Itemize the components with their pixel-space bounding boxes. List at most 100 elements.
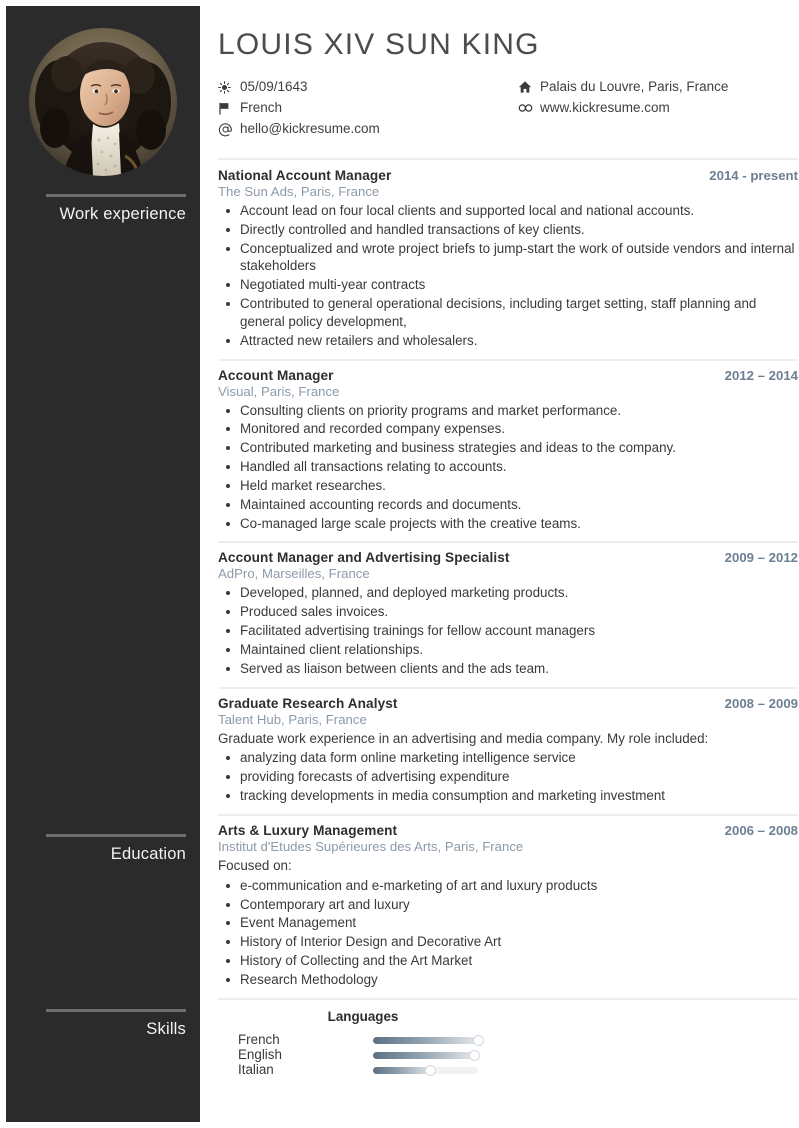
entry-bullet-list: Account lead on four local clients and s… xyxy=(218,202,798,350)
entry-subtitle: AdPro, Marseilles, France xyxy=(218,566,370,582)
entry-bullet: Co-managed large scale projects with the… xyxy=(218,515,798,533)
entry-bullet: Consulting clients on priority programs … xyxy=(218,402,798,420)
entry-date: 2006 – 2008 xyxy=(724,822,798,838)
sidebar-section-education: Education xyxy=(20,834,186,863)
at-icon xyxy=(218,122,240,137)
experience-entry: Account Manager and Advertising Speciali… xyxy=(218,541,798,677)
education-entry: Arts & Luxury Management 2006 – 2008 Insti… xyxy=(218,813,798,989)
entry-header: National Account Manager 2014 - present xyxy=(218,168,798,183)
entry-bullet: Held market researches. xyxy=(218,477,798,495)
language-level-fill xyxy=(373,1066,431,1074)
entry-date: 2012 – 2014 xyxy=(724,367,798,383)
entry-bullet-list: analyzing data form online marketing int… xyxy=(218,749,798,804)
language-level-fill xyxy=(373,1051,475,1059)
contact-details: 05/09/1643 French hello@kickresume.com P… xyxy=(218,77,798,140)
portrait-image xyxy=(29,28,177,176)
entry-bullet-list: Consulting clients on priority programs … xyxy=(218,402,798,533)
experience-entry: Graduate Research Analyst 2008 – 2009 Tale… xyxy=(218,686,798,805)
entry-bullet: Served as liaison between clients and th… xyxy=(218,660,798,678)
email-value: hello@kickresume.com xyxy=(240,120,380,136)
language-level-fill xyxy=(373,1036,478,1044)
entry-header: Account Manager and Advertising Speciali… xyxy=(218,550,798,565)
language-level-knob[interactable] xyxy=(469,1049,481,1061)
language-level-knob[interactable] xyxy=(472,1034,484,1046)
entry-subtitle: Visual, Paris, France xyxy=(218,383,340,399)
entry-bullet: tracking developments in media consumpti… xyxy=(218,787,798,805)
contact-birthdate: 05/09/1643 xyxy=(218,77,518,97)
entry-bullet: Event Management xyxy=(218,914,798,932)
sidebar: Work experience Education Skills xyxy=(6,6,200,1122)
entry-bullet-list: Developed, planned, and deployed marketi… xyxy=(218,584,798,677)
sidebar-section-skills: Skills xyxy=(20,1009,186,1038)
language-label: French xyxy=(238,1031,280,1047)
experience-entry: National Account Manager 2014 - present Th… xyxy=(218,158,798,350)
contact-column-left: 05/09/1643 French hello@kickresume.com xyxy=(218,77,518,140)
entry-bullet: Conceptualized and wrote project briefs … xyxy=(218,240,798,276)
entry-bullet: Developed, planned, and deployed marketi… xyxy=(218,584,798,602)
sidebar-label-skills: Skills xyxy=(146,1020,186,1038)
entry-list: National Account Manager 2014 - present Th… xyxy=(218,158,798,989)
language-label: English xyxy=(238,1046,282,1062)
language-row: French xyxy=(238,1031,798,1048)
entry-bullet: e-communication and e-marketing of art a… xyxy=(218,877,798,895)
contact-website[interactable]: www.kickresume.com xyxy=(518,98,798,118)
entry-bullet: Handled all transactions relating to acc… xyxy=(218,458,798,476)
entry-bullet: Directly controlled and handled transact… xyxy=(218,221,798,239)
contact-email[interactable]: hello@kickresume.com xyxy=(218,119,518,139)
avatar xyxy=(29,28,177,176)
entry-bullet-list: e-communication and e-marketing of art a… xyxy=(218,877,798,989)
entry-title: Account Manager and Advertising Speciali… xyxy=(218,550,510,566)
sidebar-divider xyxy=(46,834,186,837)
entry-date: 2014 - present xyxy=(709,168,798,183)
entry-intro: Focused on: xyxy=(218,857,292,873)
entry-bullet: analyzing data form online marketing int… xyxy=(218,749,798,767)
language-label: Italian xyxy=(238,1061,274,1077)
contact-nationality: French xyxy=(218,98,518,118)
entry-bullet: History of Collecting and the Art Market xyxy=(218,952,798,970)
language-level-slider[interactable] xyxy=(373,1049,481,1061)
entry-bullet: Research Methodology xyxy=(218,971,798,989)
entry-date: 2008 – 2009 xyxy=(724,695,798,711)
language-row: English xyxy=(238,1046,798,1063)
entry-header: Arts & Luxury Management 2006 – 2008 xyxy=(218,823,798,838)
address-value: Palais du Louvre, Paris, France xyxy=(540,78,729,94)
sidebar-divider xyxy=(46,194,186,197)
language-level-slider[interactable] xyxy=(373,1064,478,1076)
entry-bullet: Contributed marketing and business strat… xyxy=(218,439,798,457)
entry-bullet: providing forecasts of advertising expen… xyxy=(218,768,798,786)
entry-bullet: Maintained client relationships. xyxy=(218,641,798,659)
entry-subtitle: Institut d'Etudes Supérieures des Arts, … xyxy=(218,838,524,854)
language-row: Italian xyxy=(238,1061,798,1078)
sidebar-divider xyxy=(46,1009,186,1012)
sun-icon xyxy=(218,80,240,94)
language-level-knob[interactable] xyxy=(425,1064,437,1076)
entry-bullet: Monitored and recorded company expenses. xyxy=(218,420,798,438)
language-level-slider[interactable] xyxy=(373,1034,484,1046)
skills-group-title: Languages xyxy=(327,1008,399,1024)
entry-header: Graduate Research Analyst 2008 – 2009 xyxy=(218,696,798,711)
contact-column-right: Palais du Louvre, Paris, France www.kick… xyxy=(518,77,798,140)
page-title: LOUIS XIV SUN KING xyxy=(218,28,540,61)
entry-bullet: Contemporary art and luxury xyxy=(218,896,798,914)
resume-body: LOUIS XIV SUN KING 05/09/1643 French hel… xyxy=(200,6,799,1122)
entry-subtitle: The Sun Ads, Paris, France xyxy=(218,184,380,199)
contact-address: Palais du Louvre, Paris, France xyxy=(518,77,798,97)
flag-icon xyxy=(218,102,240,115)
entry-title: Arts & Luxury Management xyxy=(218,822,398,838)
entry-bullet: Negotiated multi-year contracts xyxy=(218,276,798,294)
link-icon xyxy=(518,102,540,114)
nationality-value: French xyxy=(240,99,283,115)
entry-bullet: History of Interior Design and Decorativ… xyxy=(218,933,798,951)
entry-header: Account Manager 2012 – 2014 xyxy=(218,368,798,383)
entry-title: Account Manager xyxy=(218,367,334,383)
resume-page: Work experience Education Skills LOUIS X… xyxy=(0,0,799,1128)
entry-title: Graduate Research Analyst xyxy=(218,695,398,711)
entry-date: 2009 – 2012 xyxy=(724,550,798,566)
language-list: French English Italian xyxy=(218,1031,798,1078)
entry-bullet: Facilitated advertising trainings for fe… xyxy=(218,622,798,640)
sidebar-label-education: Education xyxy=(110,845,186,863)
entry-bullet: Account lead on four local clients and s… xyxy=(218,202,798,220)
home-icon xyxy=(518,80,540,94)
sidebar-label-work-experience: Work experience xyxy=(59,205,186,223)
entry-subtitle: Talent Hub, Paris, France xyxy=(218,711,367,727)
